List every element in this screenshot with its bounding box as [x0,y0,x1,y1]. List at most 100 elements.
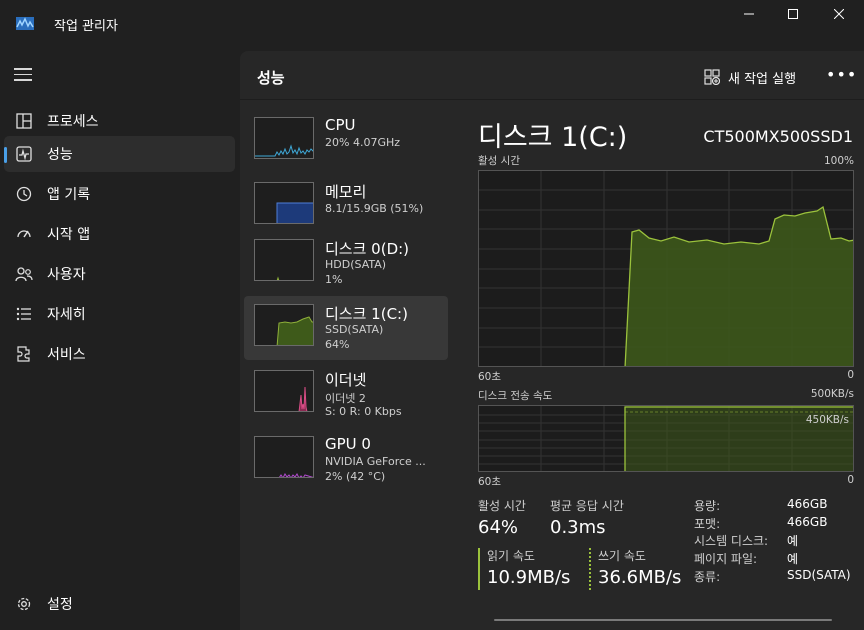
startup-icon [14,224,34,244]
active-indicator [4,147,7,163]
device-item-cpu[interactable]: CPU 20% 4.07GHz [244,109,448,173]
minimize-button[interactable] [726,0,772,28]
disk-type-value: SSD(SATA) [787,568,851,582]
device-detail: NVIDIA GeForce ... [325,455,426,468]
gpu-thumbnail-graph [254,436,314,478]
device-detail: HDD(SATA) [325,258,387,271]
device-detail: 20% 4.07GHz [325,136,401,149]
run-new-task-button[interactable]: 새 작업 실행 [704,67,796,87]
disk-model: CT500MX500SSD1 [703,127,853,146]
disk-0-thumbnail-graph [254,239,314,281]
main-header: 성능 새 작업 실행 ••• [240,51,864,100]
title-bar: 작업 관리자 [0,0,864,48]
transfer-axis-start: 60초 [478,476,502,488]
maximize-icon [788,9,798,19]
sidebar-item-label: 자세히 [47,307,86,323]
sidebar-item-startup-apps[interactable]: 시작 앱 [4,216,235,252]
read-speed-label: 읽기 속도 [487,549,535,563]
sidebar-item-label: 사용자 [47,267,86,283]
transfer-graph-max: 500KB/s [810,388,854,400]
ethernet-thumbnail-graph [254,370,314,412]
device-name: GPU 0 [325,435,371,453]
memory-thumbnail-graph [254,182,314,224]
page-title: 성능 [257,69,285,87]
sidebar-item-app-history[interactable]: 앱 기록 [4,176,235,212]
task-manager-app-icon [16,17,34,30]
device-name: 디스크 1(C:) [325,305,408,323]
transfer-graph-marker: 450KB/s [805,414,849,426]
sidebar-item-label: 시작 앱 [47,227,91,243]
disk-1-thumbnail-graph [254,304,314,346]
app-title: 작업 관리자 [54,19,118,34]
performance-icon [14,144,34,164]
sidebar-item-services[interactable]: 서비스 [4,336,235,372]
sidebar-item-label: 서비스 [47,347,86,363]
sidebar-item-details[interactable]: 자세히 [4,296,235,332]
device-name: 이더넷 [325,371,367,389]
system-disk-value: 예 [787,534,799,548]
device-item-memory[interactable]: 메모리 8.1/15.9GB (51%) [244,174,448,238]
write-speed-indicator [589,548,591,590]
device-detail: SSD(SATA) [325,323,384,336]
sidebar-item-label: 앱 기록 [47,187,91,203]
sidebar: 프로세스 성능 앱 기록 시작 앱 사용자 자세히 서비스 설정 [0,48,240,630]
device-usage: 1% [325,273,343,286]
active-time-graph [478,170,854,367]
horizontal-scrollbar[interactable] [494,619,832,621]
capacity-value: 466GB [787,497,828,511]
device-item-disk-0[interactable]: 디스크 0(D:) HDD(SATA) 1% [244,231,448,295]
active-time-stat-label: 활성 시간 [478,499,526,513]
close-button[interactable] [816,0,862,28]
transfer-axis-end: 0 [847,474,854,486]
more-options-button[interactable]: ••• [826,65,857,84]
device-item-ethernet[interactable]: 이더넷 이더넷 2 S: 0 R: 0 Kbps [244,362,448,426]
time-axis-end: 0 [847,369,854,381]
response-time-stat-value: 0.3ms [550,517,606,538]
device-usage: 64% [325,338,350,351]
active-time-stat-value: 64% [478,517,519,538]
details-icon [14,304,34,324]
response-time-stat-label: 평균 응답 시간 [550,499,624,513]
active-time-graph-label: 활성 시간 [478,155,520,167]
gear-icon [14,594,34,614]
hamburger-menu-icon[interactable] [14,68,32,82]
services-icon [14,344,34,364]
processes-icon [14,111,34,131]
page-file-label: 페이지 파일: [694,552,758,566]
sidebar-item-settings[interactable]: 설정 [4,586,235,622]
device-usage: 2% (42 °C) [325,470,386,483]
sidebar-item-processes[interactable]: 프로세스 [4,103,235,139]
page-file-value: 예 [787,552,799,566]
sidebar-item-performance[interactable]: 성능 [4,136,235,172]
sidebar-item-label: 프로세스 [47,114,99,130]
new-task-icon [704,69,720,85]
users-icon [14,264,34,284]
device-detail: 8.1/15.9GB (51%) [325,202,424,215]
device-item-disk-1[interactable]: 디스크 1(C:) SSD(SATA) 64% [244,296,448,360]
time-axis-start: 60초 [478,371,502,383]
minimize-icon [744,13,754,15]
close-icon [834,9,844,19]
capacity-label: 용량: [694,499,721,513]
device-detail: 이더넷 2 [325,392,366,405]
maximize-button[interactable] [770,0,816,28]
format-value: 466GB [787,515,828,529]
transfer-rate-graph: 450KB/s [478,405,854,472]
device-throughput: S: 0 R: 0 Kbps [325,405,402,418]
transfer-graph-label: 디스크 전송 속도 [478,390,553,402]
format-label: 포맷: [694,517,721,531]
system-disk-label: 시스템 디스크: [694,534,769,548]
read-speed-value: 10.9MB/s [487,567,571,588]
disk-type-label: 종류: [694,570,721,584]
device-item-gpu-0[interactable]: GPU 0 NVIDIA GeForce ... 2% (42 °C) [244,428,448,492]
read-speed-indicator [478,548,480,590]
detail-title: 디스크 1(C:) [478,122,628,153]
main-panel: 성능 새 작업 실행 ••• CPU 20% 4.07GHz 메모리 8.1/1… [240,51,864,630]
device-name: 메모리 [325,183,367,201]
write-speed-value: 36.6MB/s [598,567,682,588]
settings-label: 설정 [47,597,73,613]
sidebar-item-users[interactable]: 사용자 [4,256,235,292]
device-name: CPU [325,116,356,134]
history-icon [14,184,34,204]
cpu-thumbnail-graph [254,117,314,159]
